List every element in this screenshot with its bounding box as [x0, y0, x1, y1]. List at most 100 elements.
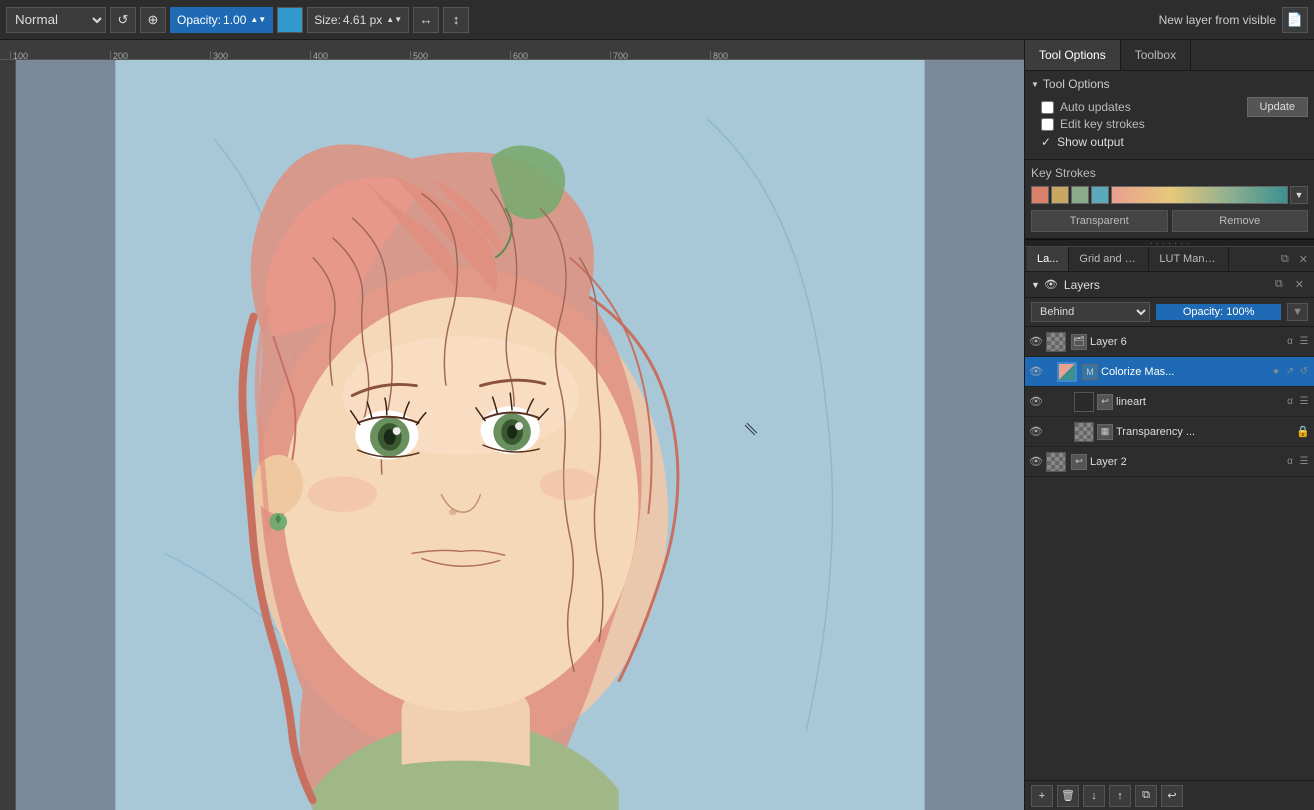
flip-h-btn[interactable]: ↔	[413, 7, 439, 33]
layers-duplicate-btn[interactable]: ⧉	[1277, 251, 1293, 268]
color-picker-bar[interactable]	[1111, 186, 1288, 204]
ruler-marks: 100 200 300 400 500 600 700 800	[0, 40, 810, 59]
layer-2-menu-icon: ☰	[1298, 456, 1310, 467]
show-output-label: Show output	[1057, 135, 1124, 149]
layer-6-type: 🗂	[1071, 334, 1087, 350]
layer-6-icons: α ☰	[1284, 336, 1310, 347]
layers-filter-btn[interactable]: ▼	[1287, 303, 1308, 321]
merge-btn[interactable]: ↩	[1161, 785, 1183, 807]
layer-6-menu-icon: ☰	[1298, 336, 1310, 347]
ruler-mark-500: 500	[410, 51, 510, 59]
lineart-type: ↩	[1097, 394, 1113, 410]
layers-eye-icon: 👁	[1044, 278, 1058, 291]
new-layer-icon[interactable]: 📄	[1282, 7, 1308, 33]
canvas-container[interactable]	[16, 60, 1024, 810]
flip-v-btn[interactable]: ↕	[443, 7, 469, 33]
drawing-canvas[interactable]	[16, 60, 1024, 810]
color-dropdown-btn[interactable]: ▼	[1290, 186, 1308, 204]
move-down-btn[interactable]: ↓	[1083, 785, 1105, 807]
transparent-button[interactable]: Transparent	[1031, 210, 1168, 232]
layer-6-visibility[interactable]: 👁	[1029, 335, 1043, 349]
ruler-mark-200: 200	[110, 51, 210, 59]
layers-controls-right: ⧉ ✕	[1271, 276, 1308, 293]
move-up-btn[interactable]: ↑	[1109, 785, 1131, 807]
layer-item-colorize[interactable]: 👁 M Colorize Mas... ● ↗ ↺	[1025, 357, 1314, 387]
layer-6-alpha-icon: α	[1284, 336, 1296, 347]
tab-layers[interactable]: La...	[1027, 247, 1069, 271]
auto-updates-label: Auto updates	[1060, 100, 1131, 114]
size-label: Size:	[314, 13, 341, 27]
canvas-wrapper: 100 200 300 400 500 600 700 800	[0, 40, 1024, 810]
layers-panel: ▼ 👁 Layers ⧉ ✕ Behind Normal Multiply Op…	[1025, 272, 1314, 810]
tab-toolbox[interactable]: Toolbox	[1121, 40, 1191, 70]
ruler-mark-800: 800	[710, 51, 810, 59]
tool-options-section: ▼ Tool Options Auto updates Update Edit …	[1025, 71, 1314, 160]
transform-btn[interactable]: ⊕	[140, 7, 166, 33]
color-swatch-1[interactable]	[1031, 186, 1049, 204]
ruler-mark-700: 700	[610, 51, 710, 59]
key-strokes-section: Key Strokes ▼ Transparent Remove	[1025, 160, 1314, 239]
layer-item-2[interactable]: 👁 ↩ Layer 2 α ☰	[1025, 447, 1314, 477]
tool-options-header: ▼ Tool Options	[1031, 77, 1308, 91]
layer-2-alpha-icon: α	[1284, 456, 1296, 467]
main-toolbar: Normal Behind Multiply Screen ↺ ⊕ Opacit…	[0, 0, 1314, 40]
colorize-rotate-icon: ↺	[1298, 366, 1310, 377]
size-control[interactable]: Size: 4.61 px ▲▼	[307, 7, 409, 33]
colorize-icons: ● ↗ ↺	[1270, 366, 1310, 377]
transparency-lock-icon: 🔒	[1296, 425, 1310, 438]
auto-updates-checkbox[interactable]	[1041, 101, 1054, 114]
layers-opacity-display[interactable]: Opacity: 100%	[1156, 304, 1281, 320]
layers-title-row: ▼ 👁 Layers	[1031, 278, 1100, 292]
key-strokes-label: Key Strokes	[1031, 166, 1308, 180]
layers-close-btn[interactable]: ✕	[1295, 251, 1312, 268]
layers-panel-duplicate-btn[interactable]: ⧉	[1271, 276, 1287, 293]
color-swatch-3[interactable]	[1071, 186, 1089, 204]
layer-2-visibility[interactable]: 👁	[1029, 455, 1043, 469]
tool-options-title: Tool Options	[1043, 77, 1110, 91]
opacity-control[interactable]: Opacity: 1.00 ▲▼	[170, 7, 273, 33]
opacity-arrow-up[interactable]: ▲▼	[250, 16, 266, 24]
layer-item-6[interactable]: 👁 🗂 Layer 6 α ☰	[1025, 327, 1314, 357]
layer-item-transparency[interactable]: 👁 ▦ Transparency ... 🔒	[1025, 417, 1314, 447]
blend-mode-select[interactable]: Normal Behind Multiply Screen	[6, 7, 106, 33]
layers-header: ▼ 👁 Layers ⧉ ✕	[1025, 272, 1314, 298]
canvas-background[interactable]	[16, 60, 1024, 810]
delete-layer-btn[interactable]: 🗑	[1057, 785, 1079, 807]
color-swatch-4[interactable]	[1091, 186, 1109, 204]
tab-tool-options[interactable]: Tool Options	[1025, 40, 1121, 70]
right-panel: Tool Options Toolbox ▼ Tool Options Auto…	[1024, 40, 1314, 810]
lineart-name: lineart	[1116, 396, 1281, 408]
opacity-value: 1.00	[223, 13, 246, 27]
tab-grid-guides[interactable]: Grid and Gu...	[1069, 247, 1149, 271]
checkmark-icon: ✓	[1041, 135, 1051, 149]
toolbar-right: New layer from visible 📄	[1159, 7, 1308, 33]
lineart-thumb	[1074, 392, 1094, 412]
color-swatch-2[interactable]	[1051, 186, 1069, 204]
layer-2-icons: α ☰	[1284, 456, 1310, 467]
layer-item-lineart[interactable]: 👁 ↩ lineart α ☰	[1025, 387, 1314, 417]
lineart-alpha-icon: α	[1284, 396, 1296, 407]
transparency-name: Transparency ...	[1116, 426, 1293, 438]
edit-keystrokes-checkbox[interactable]	[1041, 118, 1054, 131]
tab-lut-manager[interactable]: LUT Manage...	[1149, 247, 1229, 271]
update-button[interactable]: Update	[1247, 97, 1308, 117]
duplicate-layer-btn[interactable]: ⧉	[1135, 785, 1157, 807]
add-layer-btn[interactable]: +	[1031, 785, 1053, 807]
layer-6-thumb	[1046, 332, 1066, 352]
size-arrows[interactable]: ▲▼	[386, 16, 402, 24]
colorize-visibility[interactable]: 👁	[1029, 365, 1043, 379]
layers-chevron: ▼	[1031, 280, 1040, 290]
lineart-icons: α ☰	[1284, 396, 1310, 407]
layers-blend-mode[interactable]: Behind Normal Multiply	[1031, 302, 1150, 322]
layers-panel-close-btn[interactable]: ✕	[1291, 276, 1308, 293]
brush-type-btn[interactable]	[277, 7, 303, 33]
reset-btn[interactable]: ↺	[110, 7, 136, 33]
transparency-visibility[interactable]: 👁	[1029, 425, 1043, 439]
lineart-visibility[interactable]: 👁	[1029, 395, 1043, 409]
layers-tab-controls: ⧉ ✕	[1277, 251, 1312, 268]
ruler-horizontal: 100 200 300 400 500 600 700 800	[0, 40, 1024, 60]
layers-opacity-label: Opacity:	[1183, 306, 1223, 318]
edit-keystrokes-label: Edit key strokes	[1060, 117, 1145, 131]
remove-button[interactable]: Remove	[1172, 210, 1309, 232]
key-btn-row: Transparent Remove	[1031, 210, 1308, 232]
